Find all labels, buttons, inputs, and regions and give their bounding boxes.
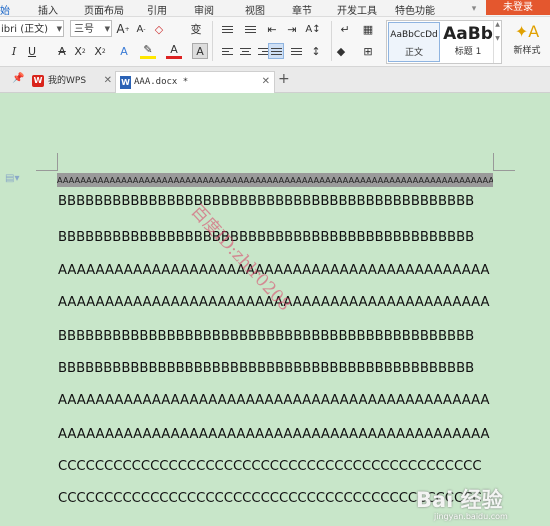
font-name-select[interactable]: ibri (正文) ▼ <box>0 20 64 37</box>
tab-document[interactable]: W AAA.docx * ✕ <box>115 71 275 93</box>
chevron-down-icon[interactable]: ▾ <box>462 1 486 17</box>
phonetic-guide-icon[interactable]: 变 <box>188 21 204 37</box>
document-line[interactable]: AAAAAAAAAAAAAAAAAAAAAAAAAAAAAAAAAAAAAAAA… <box>58 393 490 408</box>
navigation-pane-icon[interactable]: ▤▾ <box>5 173 19 184</box>
chevron-down-icon: ▼ <box>104 25 110 33</box>
document-line[interactable]: AAAAAAAAAAAAAAAAAAAAAAAAAAAAAAAAAAAAAAAA… <box>58 427 490 442</box>
line-spacing-icon[interactable]: ↕ <box>308 43 324 59</box>
baidu-jingyan-watermark: Bai 经验 jingyan.baidu.com <box>416 484 548 524</box>
styles-scroll[interactable]: ▲ ▼ <box>493 21 501 63</box>
document-line[interactable]: CCCCCCCCCCCCCCCCCCCCCCCCCCCCCCCCCCCCCCCC… <box>58 459 482 474</box>
menu-developer-tools[interactable]: 开发工具 <box>337 2 377 17</box>
baidu-jingyan-logo: Bai 经验 <box>416 488 503 512</box>
subscript-icon[interactable]: X2 <box>92 43 108 59</box>
margin-marker <box>493 170 515 171</box>
character-border-icon[interactable]: A <box>192 43 208 59</box>
new-style-button[interactable]: ✦A 新样式 <box>506 21 548 56</box>
menu-page-layout[interactable]: 页面布局 <box>84 2 124 17</box>
style-heading-1[interactable]: AaBb 标题 1 <box>442 22 494 62</box>
wps-logo-icon: W <box>32 75 44 87</box>
menu-review[interactable]: 审阅 <box>194 2 214 17</box>
style-heading-1-label: 标题 1 <box>454 47 482 57</box>
superscript-icon[interactable]: X2 <box>72 43 88 59</box>
selected-text-line[interactable]: AAAAAAAAAAAAAAAAAAAAAAAAAAAAAAAAAAAAAAAA… <box>57 173 493 187</box>
close-icon[interactable]: ✕ <box>262 72 270 92</box>
divider <box>331 21 332 61</box>
style-normal[interactable]: AaBbCcDd 正文 <box>388 22 440 62</box>
ribbon-toolbar: ibri (正文) ▼ 三号 ▼ A + A- ◇ 变 ⇤ ⇥ A↕ ↵ ▦ I … <box>0 17 550 67</box>
document-icon: W <box>120 76 131 89</box>
margin-marker <box>493 153 494 171</box>
style-normal-preview: AaBbCcDd <box>390 30 438 40</box>
document-tab-bar: 📌 W 我的WPS ✕ W AAA.docx * ✕ + <box>0 67 550 93</box>
increase-indent-icon[interactable]: ⇥ <box>284 21 300 37</box>
grow-font-icon[interactable]: A + <box>115 21 131 37</box>
document-line[interactable]: BBBBBBBBBBBBBBBBBBBBBBBBBBBBBBBBBBBBBBBB… <box>58 194 474 209</box>
document-line[interactable]: BBBBBBBBBBBBBBBBBBBBBBBBBBBBBBBBBBBBBBBB… <box>58 361 474 376</box>
shading-icon[interactable]: ◆ <box>333 43 349 59</box>
clear-format-icon[interactable]: ◇ <box>151 21 167 37</box>
document-line[interactable]: BBBBBBBBBBBBBBBBBBBBBBBBBBBBBBBBBBBBBBBB… <box>58 329 474 344</box>
menu-start[interactable]: 始 <box>0 2 10 17</box>
numbered-list-icon[interactable] <box>242 21 258 37</box>
font-size-value: 三号 <box>74 24 94 35</box>
align-center-icon[interactable] <box>237 43 253 59</box>
divider <box>212 21 213 61</box>
font-name-value: ibri (正文) <box>1 24 48 35</box>
bullet-list-icon[interactable] <box>219 21 235 37</box>
italic-icon[interactable]: I <box>6 43 22 59</box>
close-icon[interactable]: ✕ <box>104 71 112 91</box>
tab-my-wps[interactable]: W 我的WPS ✕ <box>30 71 116 93</box>
menu-insert[interactable]: 插入 <box>38 2 58 17</box>
style-heading-1-preview: AaBb <box>443 24 493 44</box>
menu-view[interactable]: 视图 <box>245 2 265 17</box>
chevron-down-icon: ▼ <box>56 25 62 33</box>
tab-my-wps-label: 我的WPS <box>48 76 87 86</box>
shrink-font-icon[interactable]: A- <box>133 21 149 37</box>
font-color-icon[interactable]: A <box>166 43 182 59</box>
font-size-select[interactable]: 三号 ▼ <box>70 20 112 37</box>
paragraph-mark-icon[interactable]: ↵ <box>337 21 353 37</box>
document-line[interactable]: BBBBBBBBBBBBBBBBBBBBBBBBBBBBBBBBBBBBBBBB… <box>58 230 474 245</box>
distributed-align-icon[interactable] <box>288 43 304 59</box>
decrease-indent-icon[interactable]: ⇤ <box>264 21 280 37</box>
menu-bar: 始 插入 页面布局 引用 审阅 视图 章节 开发工具 特色功能 ▾ 未登录 <box>0 0 550 17</box>
borders-icon[interactable]: ⊞ <box>360 43 376 59</box>
login-button[interactable]: 未登录 <box>486 0 550 15</box>
text-effect-icon[interactable]: A <box>116 43 132 59</box>
document-canvas[interactable]: ▤▾ AAAAAAAAAAAAAAAAAAAAAAAAAAAAAAAAAAAAA… <box>0 93 550 526</box>
new-style-label: 新样式 <box>513 46 541 56</box>
menu-special-features[interactable]: 特色功能 <box>395 2 435 17</box>
menu-references[interactable]: 引用 <box>147 2 167 17</box>
highlight-icon[interactable]: ✎ <box>140 43 156 59</box>
justify-icon[interactable] <box>268 43 284 59</box>
styles-gallery: AaBbCcDd 正文 AaBb 标题 1 ▲ ▼ <box>386 20 502 64</box>
underline-icon[interactable]: U <box>24 43 40 59</box>
pin-icon[interactable]: 📌 <box>12 73 24 84</box>
margin-marker <box>36 170 58 171</box>
tab-document-label: AAA.docx * <box>134 77 189 87</box>
chinese-layout-icon[interactable]: A↕ <box>305 21 321 37</box>
style-normal-label: 正文 <box>404 48 423 58</box>
strikethrough-icon[interactable]: A <box>54 43 70 59</box>
margin-marker <box>57 153 58 171</box>
menu-section[interactable]: 章节 <box>292 2 312 17</box>
new-tab-icon[interactable]: + <box>278 71 290 87</box>
table-icon[interactable]: ▦ <box>360 21 376 37</box>
new-style-icon: ✦A <box>514 22 540 41</box>
align-left-icon[interactable] <box>219 43 235 59</box>
baidu-jingyan-url: jingyan.baidu.com <box>434 512 508 521</box>
